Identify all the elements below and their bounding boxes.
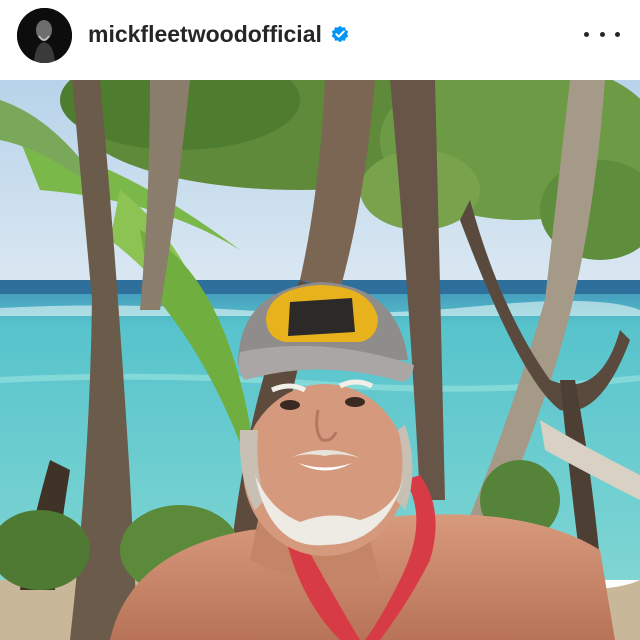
verified-badge-icon xyxy=(330,24,350,44)
more-dot xyxy=(615,31,620,37)
profile-avatar[interactable] xyxy=(17,8,72,63)
more-dot xyxy=(584,31,589,37)
more-dot xyxy=(599,31,605,37)
post-photo[interactable] xyxy=(0,80,640,640)
username-link[interactable]: mickfleetwoodofficial xyxy=(88,21,322,48)
username-row: mickfleetwoodofficial xyxy=(88,18,350,50)
more-options-icon[interactable] xyxy=(584,22,620,46)
post-header: mickfleetwoodofficial xyxy=(0,0,640,80)
